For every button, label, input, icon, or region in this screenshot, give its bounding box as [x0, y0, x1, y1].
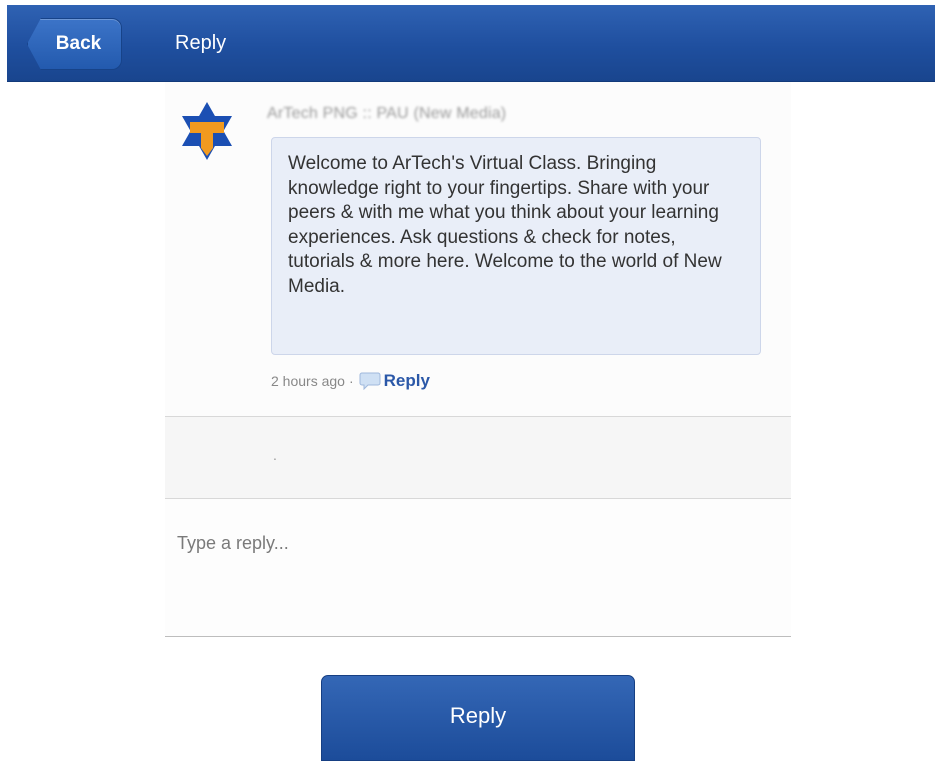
post-meta: 2 hours ago · Reply — [271, 371, 430, 391]
star-t-logo-icon — [180, 102, 234, 160]
conversation-panel: ArTech PNG :: PAU (New Media) Welcome to… — [165, 82, 791, 637]
back-button[interactable]: Back — [27, 18, 122, 70]
divider — [165, 636, 791, 637]
page-title: Reply — [175, 32, 227, 54]
header-bar: Back Reply — [7, 5, 935, 82]
reply-input[interactable] — [165, 499, 791, 636]
post-author[interactable]: ArTech PNG :: PAU (New Media) — [267, 105, 506, 123]
reply-list-item: . — [165, 417, 791, 498]
comment-bubble-icon[interactable] — [359, 372, 381, 390]
meta-separator: · — [348, 373, 354, 389]
reply-link[interactable]: Reply — [384, 371, 430, 391]
message-bubble: Welcome to ArTech's Virtual Class. Bring… — [271, 137, 761, 355]
reply-submit-button[interactable]: Reply — [321, 675, 635, 761]
post-timestamp: 2 hours ago — [271, 373, 345, 389]
empty-reply-text: . — [273, 447, 277, 463]
